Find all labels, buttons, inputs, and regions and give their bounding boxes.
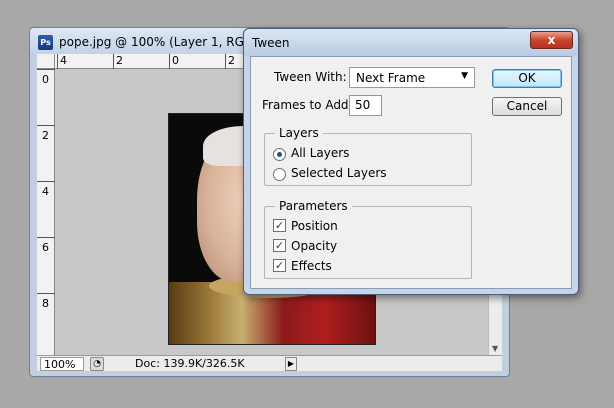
frames-to-add-label: Frames to Add: <box>262 98 353 112</box>
ruler-tick <box>37 237 55 238</box>
zoom-field[interactable]: 100% <box>40 357 84 371</box>
ruler-tick <box>37 69 55 70</box>
close-icon: x <box>547 33 556 47</box>
ruler-tick <box>37 293 55 294</box>
ruler-tick <box>113 54 114 69</box>
all-layers-label[interactable]: All Layers <box>291 146 349 160</box>
ruler-number: 2 <box>42 129 49 142</box>
ruler-number: 4 <box>60 54 67 67</box>
ruler-number: 0 <box>172 54 179 67</box>
status-bar: 100% ◔ Doc: 139.9K/326.5K ▶ <box>37 355 502 371</box>
effects-label[interactable]: Effects <box>291 259 332 273</box>
ruler-tick <box>37 181 55 182</box>
ruler-number: 2 <box>228 54 235 67</box>
chevron-down-icon: ▼ <box>461 71 468 81</box>
opacity-label[interactable]: Opacity <box>291 239 337 253</box>
vertical-ruler[interactable]: 0 2 4 6 8 <box>37 69 55 355</box>
status-info-icon[interactable]: ◔ <box>90 357 104 371</box>
selected-layers-radio[interactable] <box>273 168 286 181</box>
layers-group-legend: Layers <box>275 126 323 140</box>
ruler-tick <box>37 125 55 126</box>
photoshop-app-icon: Ps <box>38 35 53 50</box>
tween-with-select[interactable]: Next Frame ▼ <box>349 67 475 88</box>
ruler-number: 0 <box>42 73 49 86</box>
ruler-corner[interactable] <box>37 54 55 69</box>
position-checkbox[interactable]: ✓ <box>273 219 286 232</box>
tween-with-label: Tween With: <box>274 70 347 84</box>
ruler-tick <box>57 54 58 69</box>
scroll-down-arrow-icon[interactable]: ▼ <box>492 344 498 353</box>
cancel-button[interactable]: Cancel <box>492 97 562 116</box>
ruler-tick <box>225 54 226 69</box>
dialog-title: Tween <box>252 36 290 50</box>
all-layers-radio[interactable] <box>273 148 286 161</box>
parameters-group-legend: Parameters <box>275 199 352 213</box>
document-size: Doc: 139.9K/326.5K <box>135 357 245 370</box>
position-label[interactable]: Position <box>291 219 338 233</box>
effects-checkbox[interactable]: ✓ <box>273 259 286 272</box>
dialog-body: Tween With: Next Frame ▼ Frames to Add: … <box>250 56 572 289</box>
ruler-number: 6 <box>42 241 49 254</box>
dialog-titlebar[interactable]: Tween x <box>244 29 578 56</box>
layers-group: Layers All Layers Selected Layers <box>264 126 472 186</box>
ruler-number: 4 <box>42 185 49 198</box>
frames-to-add-input[interactable]: 50 <box>349 95 382 116</box>
ruler-number: 8 <box>42 297 49 310</box>
tween-with-value: Next Frame <box>356 71 426 85</box>
ok-button[interactable]: OK <box>492 69 562 88</box>
ruler-tick <box>169 54 170 69</box>
parameters-group: Parameters ✓ Position ✓ Opacity ✓ Effect… <box>264 199 472 279</box>
tween-dialog: Tween x Tween With: Next Frame ▼ Frames … <box>243 28 579 295</box>
close-button[interactable]: x <box>530 31 573 49</box>
status-menu-arrow-icon[interactable]: ▶ <box>285 357 297 371</box>
opacity-checkbox[interactable]: ✓ <box>273 239 286 252</box>
selected-layers-label[interactable]: Selected Layers <box>291 166 387 180</box>
ruler-number: 2 <box>116 54 123 67</box>
